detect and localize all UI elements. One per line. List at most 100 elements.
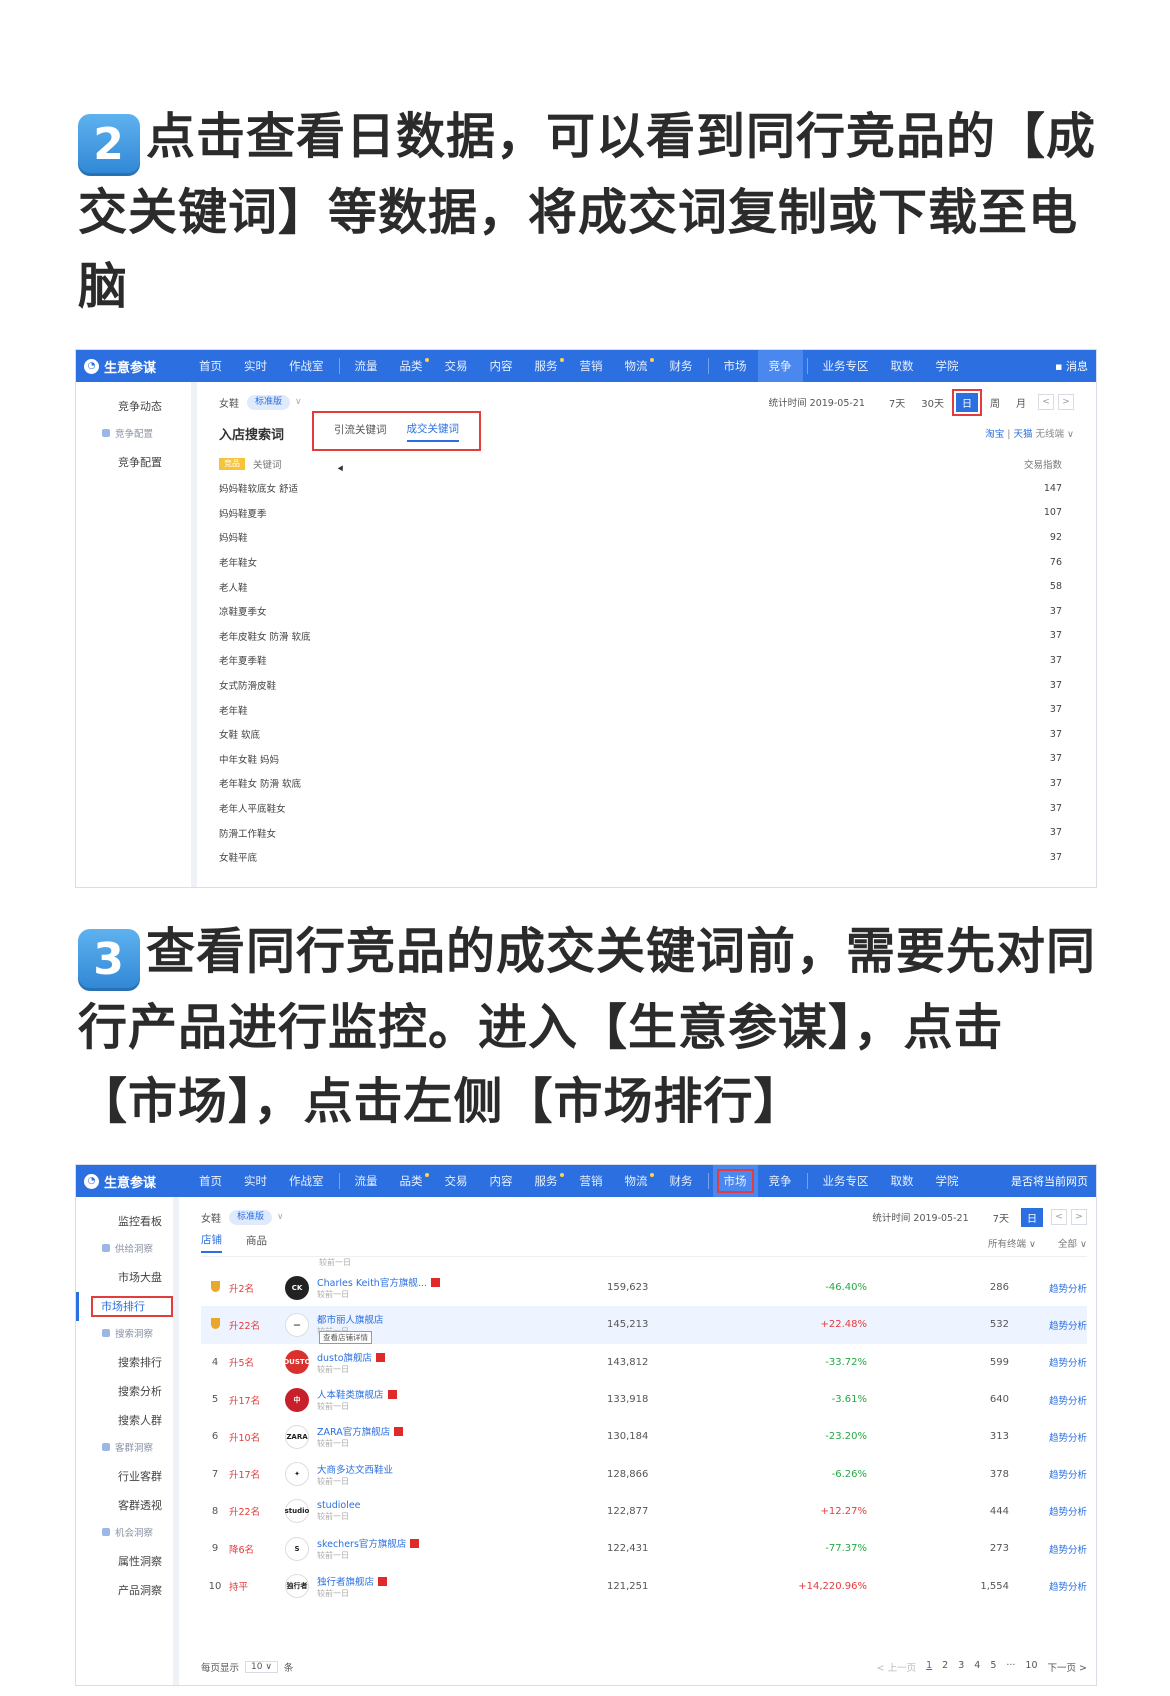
trend-analysis-link[interactable]: 趋势分析 <box>1009 1467 1087 1481</box>
sidebar-item-5[interactable]: 搜索排行 <box>76 1348 173 1377</box>
shop-name-link[interactable]: 都市丽人旗舰店 <box>317 1312 607 1326</box>
tab-traffic-keywords[interactable]: 引流关键词 <box>334 422 387 441</box>
page-1[interactable]: 1 <box>926 1660 932 1674</box>
nav-item-12[interactable]: 竞争 <box>757 350 803 382</box>
chevron-down-icon[interactable]: ∨ <box>277 1212 284 1222</box>
shop-name-link[interactable]: skechers官方旗舰店 <box>317 1536 607 1550</box>
page-3[interactable]: 3 <box>958 1660 964 1674</box>
nav-divider <box>806 358 808 374</box>
nav-divider <box>338 1173 340 1189</box>
nav-item-15[interactable]: 学院 <box>925 350 970 382</box>
tab-deal-keywords[interactable]: 成交关键词 <box>406 421 460 442</box>
period-30d[interactable]: 30天 <box>921 395 944 410</box>
sidebar-item-9[interactable]: 行业客群 <box>76 1462 173 1491</box>
shop-name-link[interactable]: 人本鞋类旗舰店 <box>317 1387 607 1401</box>
nav-item-5[interactable]: 交易 <box>434 1165 479 1197</box>
page-2[interactable]: 2 <box>942 1660 948 1674</box>
chevron-down-icon[interactable]: ∨ <box>295 397 302 407</box>
nav-item-2[interactable]: 作战室 <box>278 350 335 382</box>
trend-analysis-link[interactable]: 趋势分析 <box>1009 1393 1087 1407</box>
per-page-select[interactable]: 10 ∨ <box>245 1661 278 1673</box>
period-7d[interactable]: 7天 <box>889 395 905 410</box>
nav-item-0[interactable]: 首页 <box>188 350 233 382</box>
sidebar-item-6[interactable]: 搜索分析 <box>76 1377 173 1406</box>
page-4[interactable]: 4 <box>974 1660 980 1674</box>
nav-item-10[interactable]: 财务 <box>659 350 704 382</box>
period-month[interactable]: 月 <box>1016 395 1026 410</box>
nav-item-7[interactable]: 服务 <box>524 1165 569 1197</box>
nav-item-6[interactable]: 内容 <box>479 350 524 382</box>
trend-analysis-link[interactable]: 趋势分析 <box>1009 1430 1087 1444</box>
trend-analysis-link[interactable]: 趋势分析 <box>1009 1281 1087 1295</box>
nav-item-9[interactable]: 物流 <box>614 1165 659 1197</box>
nav-item-13[interactable]: 业务专区 <box>812 350 880 382</box>
filter-terminal[interactable]: 所有终端 <box>988 1239 1026 1250</box>
nav-item-4[interactable]: 品类 <box>389 350 434 382</box>
nav-item-4[interactable]: 品类 <box>389 1165 434 1197</box>
prev-date-icon[interactable]: < <box>1038 394 1054 410</box>
sidebar-item-13[interactable]: 产品洞察 <box>76 1576 173 1605</box>
trend-analysis-link[interactable]: 趋势分析 <box>1009 1318 1087 1332</box>
prev-page-button[interactable]: < 上一页 <box>877 1660 916 1674</box>
tab-shops[interactable]: 店铺 <box>201 1232 222 1253</box>
sidebar-item-competition-dynamics[interactable]: 竞争动态 <box>76 392 191 421</box>
next-date-icon[interactable]: > <box>1071 1209 1087 1225</box>
nav-item-3[interactable]: 流量 <box>344 350 389 382</box>
nav-item-12[interactable]: 竞争 <box>758 1165 803 1197</box>
nav-item-13[interactable]: 业务专区 <box>812 1165 880 1197</box>
period-day[interactable]: 日 <box>952 388 982 416</box>
sidebar-item-12[interactable]: 属性洞察 <box>76 1547 173 1576</box>
trend-analysis-link[interactable]: 趋势分析 <box>1009 1504 1087 1518</box>
shop-name-link[interactable]: dusto旗舰店 <box>317 1350 607 1364</box>
sidebar-item-competition-config[interactable]: 竞争配置 <box>76 448 191 477</box>
sidebar-item-market-ranking[interactable]: 市场排行 <box>76 1292 173 1321</box>
page-5[interactable]: 5 <box>990 1660 996 1674</box>
trend-analysis-link[interactable]: 趋势分析 <box>1009 1542 1087 1556</box>
prev-date-icon[interactable]: < <box>1051 1209 1067 1225</box>
nav-item-14[interactable]: 取数 <box>880 1165 925 1197</box>
page-···[interactable]: ··· <box>1006 1660 1015 1674</box>
shop-name-link[interactable]: 独行者旗舰店 <box>317 1574 607 1588</box>
category-select[interactable]: 女鞋 <box>201 1210 221 1225</box>
tab-products[interactable]: 商品 <box>246 1233 267 1252</box>
source-filter[interactable]: 淘宝 | 天猫 无线端 ∨ <box>985 426 1074 440</box>
shop-name-link[interactable]: ZARA官方旗舰店 <box>317 1424 607 1438</box>
market-filters[interactable]: 所有终端 ∨ 全部 ∨ <box>966 1236 1087 1250</box>
sidebar-item-7[interactable]: 搜索人群 <box>76 1406 173 1435</box>
nav-item-8[interactable]: 营销 <box>569 1165 614 1197</box>
sidebar-item-10[interactable]: 客群透视 <box>76 1491 173 1520</box>
shop-name-link[interactable]: 大商多达文西鞋业 <box>317 1462 607 1476</box>
category-select[interactable]: 女鞋 <box>219 395 239 410</box>
logo[interactable]: ◔ 生意参谋 <box>76 1172 188 1191</box>
period-day[interactable]: 日 <box>1021 1207 1043 1227</box>
nav-item-3[interactable]: 流量 <box>344 1165 389 1197</box>
next-page-button[interactable]: 下一页 > <box>1048 1660 1087 1674</box>
logo[interactable]: ◔ 生意参谋 <box>76 357 188 376</box>
trend-analysis-link[interactable]: 趋势分析 <box>1009 1355 1087 1369</box>
nav-item-6[interactable]: 内容 <box>479 1165 524 1197</box>
nav-item-11[interactable]: 市场 <box>713 350 758 382</box>
nav-item-9[interactable]: 物流 <box>614 350 659 382</box>
nav-item-11[interactable]: 市场 <box>712 1165 758 1197</box>
trend-analysis-link[interactable]: 趋势分析 <box>1009 1579 1087 1593</box>
sidebar-item-0[interactable]: 监控看板 <box>76 1207 173 1236</box>
nav-item-5[interactable]: 交易 <box>434 350 479 382</box>
nav-item-7[interactable]: 服务 <box>524 350 569 382</box>
period-week[interactable]: 周 <box>990 395 1000 410</box>
nav-item-1[interactable]: 实时 <box>233 1165 278 1197</box>
nav-item-8[interactable]: 营销 <box>569 350 614 382</box>
filter-all[interactable]: 全部 <box>1058 1239 1077 1250</box>
nav-item-15[interactable]: 学院 <box>925 1165 970 1197</box>
messages-link[interactable]: ▪ 消息 <box>1047 358 1096 374</box>
shop-name-link[interactable]: Charles Keith官方旗舰... <box>317 1275 607 1289</box>
page-10[interactable]: 10 <box>1025 1660 1037 1674</box>
nav-item-0[interactable]: 首页 <box>188 1165 233 1197</box>
sidebar-item-2[interactable]: 市场大盘 <box>76 1263 173 1292</box>
next-date-icon[interactable]: > <box>1058 394 1074 410</box>
nav-item-10[interactable]: 财务 <box>659 1165 704 1197</box>
nav-item-1[interactable]: 实时 <box>233 350 278 382</box>
nav-item-2[interactable]: 作战室 <box>278 1165 335 1197</box>
period-7d[interactable]: 7天 <box>993 1210 1009 1225</box>
shop-name-link[interactable]: studiolee <box>317 1500 607 1511</box>
nav-item-14[interactable]: 取数 <box>880 350 925 382</box>
